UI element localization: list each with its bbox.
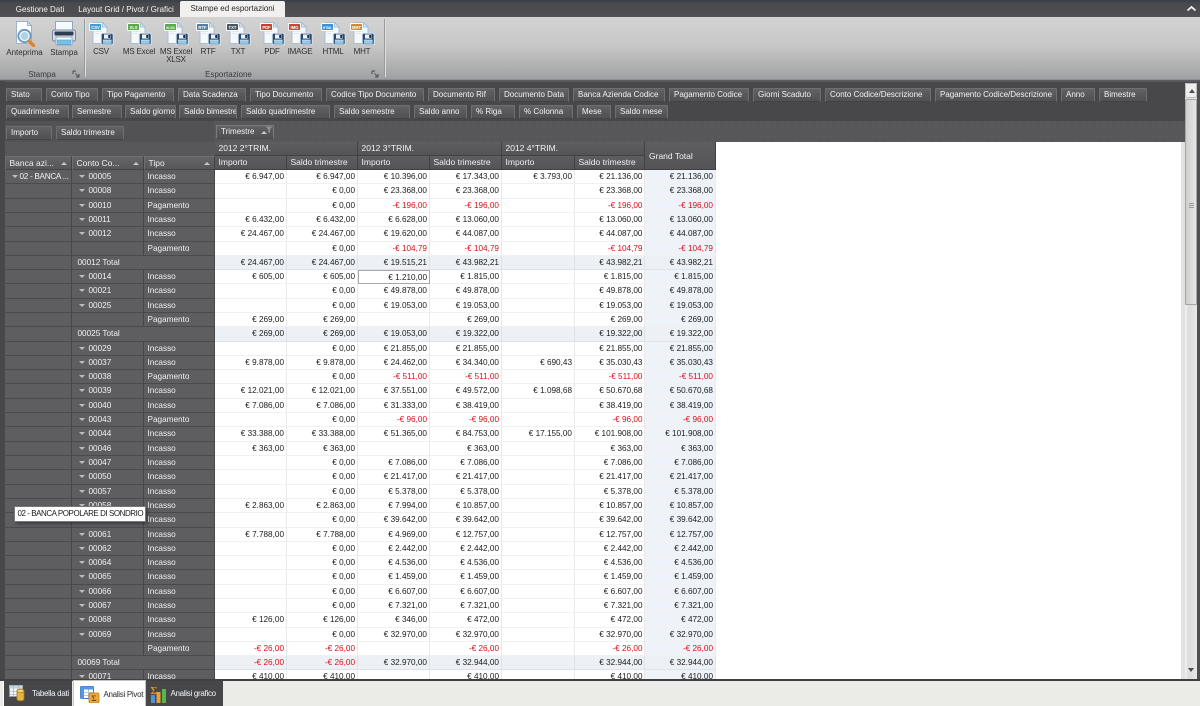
- svg-text:RTF: RTF: [198, 25, 207, 30]
- svg-text:IMG: IMG: [291, 25, 299, 30]
- svg-text:Σ: Σ: [91, 694, 96, 703]
- svg-text:CSV: CSV: [91, 25, 100, 30]
- svg-text:XLSX: XLSX: [166, 26, 176, 30]
- svg-text:HTML: HTML: [323, 26, 332, 30]
- svg-text:XLS: XLS: [129, 25, 137, 30]
- svg-text:PDF: PDF: [262, 25, 271, 30]
- svg-text:MHT: MHT: [352, 25, 362, 30]
- svg-text:TXT: TXT: [229, 25, 237, 30]
